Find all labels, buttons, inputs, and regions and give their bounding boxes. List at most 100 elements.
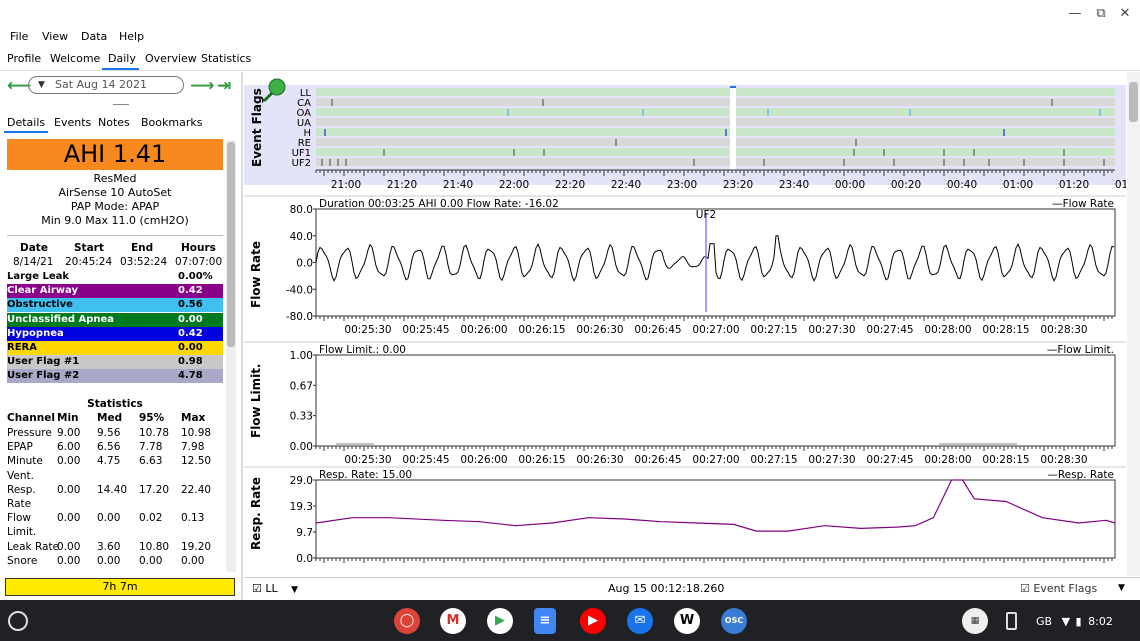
stats-cell: Snore [7,554,38,567]
flow-rate-axis-title: Flow Rate [249,241,263,308]
tote-icon[interactable]: ▦ [962,608,988,634]
tab-divider [0,70,1140,71]
tab-overview[interactable]: Overview [145,52,197,65]
panel-tab-details[interactable]: Details [7,116,45,129]
flow-rate-xtick: 00:25:30 [344,324,391,336]
stats-cell: Flow [7,512,31,525]
flow-rate-ytick: 40.0 [290,231,313,243]
flags-tick-label: 01:20 [1059,179,1089,191]
stats-header: Min [57,412,79,424]
event-row-unclassified-apnea[interactable]: Unclassified Apnea 0.00 [7,312,223,327]
stats-cell: 6.00 [57,441,81,454]
flow-limit-frame [315,354,1116,447]
stats-cell: 12.50 [181,455,212,468]
oscar-icon[interactable]: OSC [721,608,747,634]
pane-splitter[interactable] [241,72,243,600]
event-row-hypopnea[interactable]: Hypopnea 0.42 [7,326,223,341]
last-day-icon[interactable]: ⇥ [217,77,231,95]
stats-cell: Limit. [7,526,37,539]
stats-cell: 0.00 [57,540,81,553]
flow-rate-line [315,235,1115,282]
minimize-icon[interactable]: — [1066,6,1084,22]
panel-tab-notes[interactable]: Notes [98,116,130,129]
clock: 8:02 [1088,615,1113,628]
left-scrollbar-thumb[interactable] [227,142,235,347]
flags-tick-label: 00:20 [891,179,921,191]
stats-cell: 10.80 [139,540,170,553]
restore-icon[interactable]: ⧉ [1092,6,1110,22]
event-label: Obstructive [7,299,73,311]
cursor-time: Aug 15 00:12:18.260 [608,582,725,595]
flag-row-bg [316,98,1115,106]
resp-rate-legend: —Resp. Rate [1047,469,1114,481]
menu-file[interactable]: File [10,30,28,43]
flow-limit-header: Flow Limit.: 0.00 [319,344,406,356]
resp-rate-ytick: 0.0 [296,553,313,565]
menu-data[interactable]: Data [81,30,107,43]
event-row-user-flag-2[interactable]: User Flag #2 4.78 [7,369,223,384]
event-label: Large Leak [7,271,70,282]
resp-rate-header: Resp. Rate: 15.00 [319,469,412,481]
stats-cell: 0.02 [139,512,163,525]
flags-tick-label: 00:00 [835,179,865,191]
ahi-banner: AHI 1.41 [7,139,223,170]
chrome-icon[interactable]: ◯ [394,608,420,634]
system-tray[interactable]: GB ▼ ▮ 8:02 [1036,612,1136,632]
menu-help[interactable]: Help [119,30,144,43]
graph-area: Event Flags LL CA OA UA H RE UF1 UF2 21:00 21:20 21… [244,72,1140,576]
panel-tab-events[interactable]: Events [54,116,91,129]
uf2-marker-label: UF2 [696,209,716,221]
wifi-icon: ▼ [1061,615,1071,628]
tab-statistics[interactable]: Statistics [201,52,251,65]
close-icon[interactable]: ✕ [1116,6,1134,22]
ll-label: LL [265,582,278,595]
session-start: 20:45:24 [65,256,113,268]
docs-icon[interactable]: ≡ [534,608,556,634]
flow-rate-ytick: -40.0 [286,284,313,296]
event-flags-dropdown-icon[interactable]: ▼ [1118,583,1125,593]
stats-cell: Resp. [7,483,36,496]
play-store-icon[interactable]: ▶ [487,608,513,634]
graph-scrollbar-thumb[interactable] [1129,82,1138,122]
stats-cell: 0.00 [97,512,121,525]
machine-model: AirSense 10 AutoSet [58,186,172,199]
tab-welcome[interactable]: Welcome [50,52,100,65]
event-label: User Flag #1 [7,356,80,368]
next-day-icon[interactable]: ⟶ [190,77,214,95]
flow-limit-xtick: 00:28:30 [1040,454,1087,466]
graph-scrollbar[interactable] [1127,72,1140,576]
resp-rate-axis-title: Resp. Rate [249,477,263,550]
panel-tab-bookmarks[interactable]: Bookmarks [141,116,202,129]
messages-icon[interactable]: ✉ [627,608,653,634]
flow-limit-ytick: 0.33 [290,411,313,423]
start-header: Start [74,242,104,254]
stats-cell: 0.13 [181,512,205,525]
flag-cursor-band [730,86,736,170]
flow-rate-xtick: 00:28:15 [982,324,1029,336]
app-w-icon[interactable]: W [674,608,700,634]
stats-cell: 17.20 [139,483,170,496]
phone-hub-icon[interactable] [1006,612,1017,630]
flow-limit-xtick: 00:27:30 [808,454,855,466]
gmail-icon[interactable]: M [440,608,466,634]
event-row-clear-airway[interactable]: Clear Airway 0.42 [7,284,223,299]
tab-daily[interactable]: Daily [108,52,136,65]
launcher-icon[interactable] [8,611,28,631]
splitter-handle[interactable] [113,104,129,105]
flow-rate-ytick: 80.0 [290,204,313,216]
menu-view[interactable]: View [42,30,68,43]
flow-limit-xtick: 00:25:30 [344,454,391,466]
event-row-rera[interactable]: RERA 0.00 [7,341,223,355]
date-picker[interactable]: ▼ Sat Aug 14 2021 [28,76,184,94]
youtube-icon[interactable]: ▶ [580,608,606,634]
event-flags-checkbox[interactable]: ☑ Event Flags [1020,582,1097,595]
event-row-user-flag-1[interactable]: User Flag #1 0.98 [7,355,223,370]
flow-rate-xtick: 00:26:45 [634,324,681,336]
ll-checkbox[interactable]: ☑ LL ▼ [252,582,298,595]
stats-cell: 6.56 [97,441,121,454]
flag-row-bg [316,128,1115,136]
event-row-obstructive[interactable]: Obstructive 0.56 [7,298,223,313]
event-row-large-leak[interactable]: Large Leak 0.00% [7,270,223,284]
pap-mode: PAP Mode: APAP [70,200,160,213]
tab-profile[interactable]: Profile [7,52,41,65]
